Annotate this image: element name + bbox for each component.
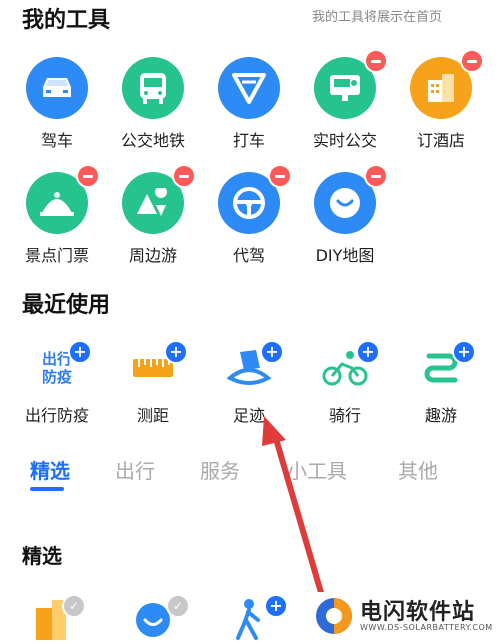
remove-badge-icon[interactable] <box>76 164 100 188</box>
walking-icon <box>236 599 260 640</box>
tab-underline <box>30 487 64 491</box>
add-badge-icon[interactable]: + <box>260 340 284 364</box>
tool-drive[interactable]: 驾车 <box>12 57 102 151</box>
bus-icon <box>122 57 184 119</box>
steering-wheel-icon <box>218 164 292 234</box>
travel-epidemic-icon: 出行 防疫 + <box>26 340 92 394</box>
recent-cycling[interactable]: + 骑行 <box>300 340 390 426</box>
featured-walking-item[interactable]: + <box>234 594 288 640</box>
add-badge-icon[interactable]: + <box>68 340 92 364</box>
tab-widgets[interactable]: 小工具 <box>287 455 347 484</box>
tab-travel[interactable]: 出行 <box>115 455 155 484</box>
nearby-trip-icon <box>122 164 196 234</box>
recent-fun-trip[interactable]: + 趣游 <box>396 340 486 426</box>
my-tools-note: 我的工具将展示在首页 <box>311 10 442 25</box>
tab-other[interactable]: 其他 <box>398 455 438 484</box>
tool-nearby-trip[interactable]: 周边游 <box>108 164 198 266</box>
watermark-name: 电闪软件站 <box>360 600 476 625</box>
tool-taxi[interactable]: 打车 <box>204 57 294 151</box>
car-icon <box>26 57 88 119</box>
remove-badge-icon[interactable] <box>268 164 292 188</box>
tab-featured[interactable]: 精选 <box>30 455 70 484</box>
tool-label: 打车 <box>232 131 265 150</box>
tool-label: 周边游 <box>128 246 177 265</box>
footprint-icon: + <box>218 340 284 394</box>
cycling-icon: + <box>314 340 380 394</box>
remove-badge-icon[interactable] <box>460 49 484 73</box>
tool-label: DIY地图 <box>315 246 375 265</box>
tool-designated-driver[interactable]: 代驾 <box>204 164 294 266</box>
recent-ruler[interactable]: + 测距 <box>108 340 198 426</box>
recent-label: 趣游 <box>424 406 457 425</box>
recent-travel-epidemic[interactable]: 出行 防疫 + 出行防疫 <box>12 340 102 426</box>
watermark-url: WWW.DS-SOLARBATTERY.COM <box>360 623 493 632</box>
remove-badge-icon[interactable] <box>172 164 196 188</box>
taxi-icon <box>218 57 280 119</box>
check-badge-icon[interactable]: ✓ <box>166 594 190 618</box>
my-tools-title: 我的工具 <box>22 8 111 33</box>
recent-label: 测距 <box>136 406 169 425</box>
add-badge-icon[interactable]: + <box>356 340 380 364</box>
tab-service[interactable]: 服务 <box>200 455 240 484</box>
recent-title: 最近使用 <box>22 293 111 318</box>
realtime-bus-icon <box>314 49 388 119</box>
watermark-logo-icon <box>316 598 352 634</box>
icon-text: 防疫 <box>41 368 72 386</box>
tool-label: 公交地铁 <box>120 131 185 150</box>
tool-label: 代驾 <box>232 246 265 265</box>
tool-label: 景点门票 <box>24 246 89 265</box>
tool-label: 实时公交 <box>312 131 377 150</box>
add-badge-icon[interactable]: + <box>264 594 288 618</box>
add-badge-icon[interactable]: + <box>164 340 188 364</box>
remove-badge-icon[interactable] <box>364 164 388 188</box>
tool-scenic-ticket[interactable]: 景点门票 <box>12 164 102 266</box>
watermark: 电闪软件站 WWW.DS-SOLARBATTERY.COM <box>312 592 500 640</box>
fun-trip-icon: + <box>410 340 476 394</box>
tool-label: 驾车 <box>40 131 73 150</box>
add-badge-icon[interactable]: + <box>452 340 476 364</box>
recent-label: 骑行 <box>328 406 361 425</box>
featured-title: 精选 <box>22 544 62 568</box>
ruler-icon: + <box>122 340 188 394</box>
diy-map-icon <box>314 164 388 234</box>
tool-hotel[interactable]: 订酒店 <box>396 49 486 151</box>
featured-hotel-item[interactable]: ✓ <box>34 594 86 640</box>
tool-diy-map[interactable]: DIY地图 <box>300 164 390 266</box>
featured-diy-map-item[interactable]: ✓ <box>134 594 190 640</box>
tool-bus-subway[interactable]: 公交地铁 <box>108 57 198 151</box>
remove-badge-icon[interactable] <box>364 49 388 73</box>
recent-label: 出行防疫 <box>24 406 89 425</box>
recent-footprint[interactable]: + 足迹 <box>204 340 294 426</box>
hotel-icon <box>410 49 484 119</box>
scenic-ticket-icon <box>26 164 100 234</box>
check-badge-icon[interactable]: ✓ <box>62 594 86 618</box>
tool-label: 订酒店 <box>416 131 465 150</box>
tool-realtime-bus[interactable]: 实时公交 <box>300 49 390 151</box>
recent-label: 足迹 <box>232 406 265 425</box>
